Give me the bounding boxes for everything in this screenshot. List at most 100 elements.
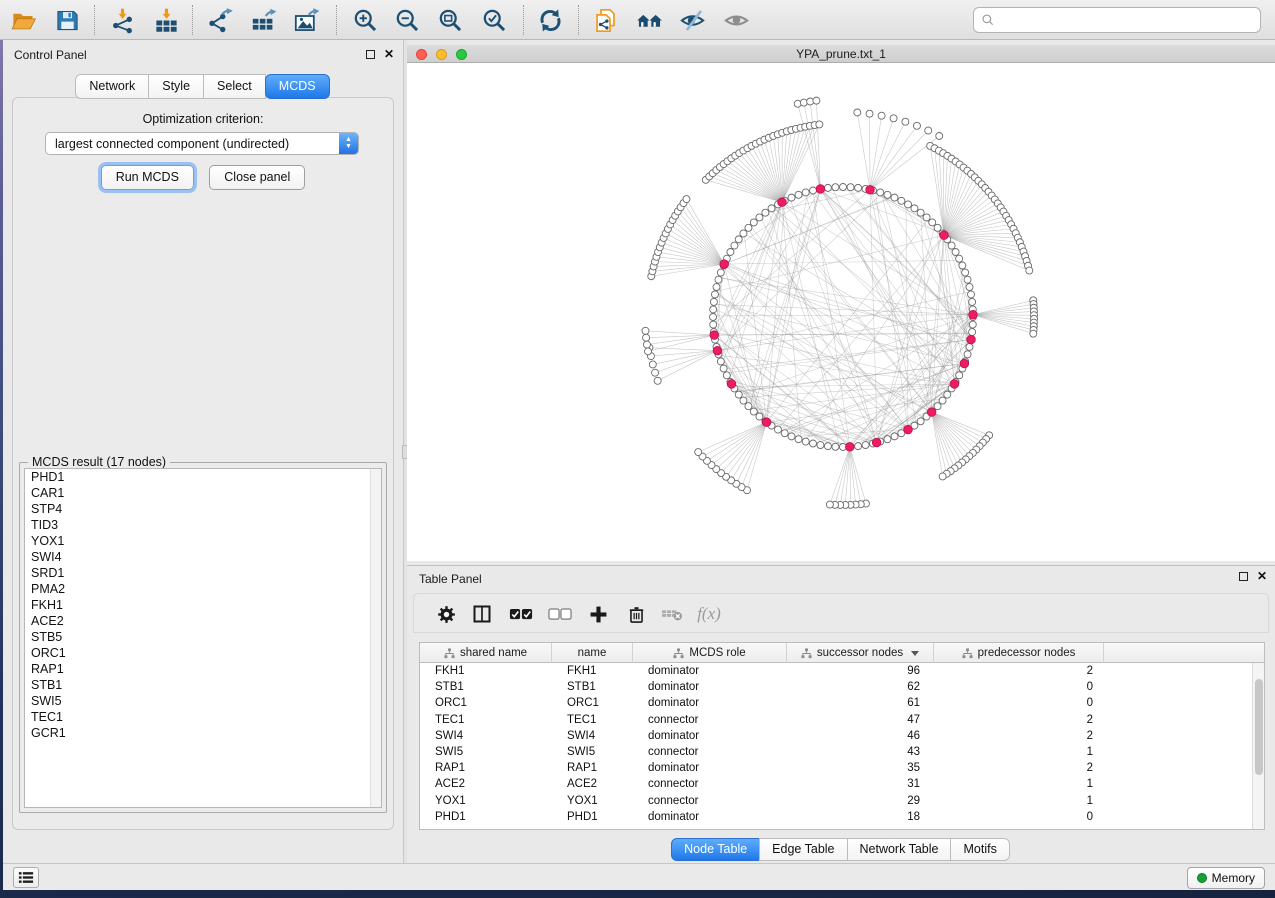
list-item[interactable]: FKH1 bbox=[25, 597, 381, 613]
plus-icon bbox=[589, 605, 608, 624]
table-scrollbar[interactable] bbox=[1252, 663, 1264, 829]
search-field[interactable] bbox=[973, 7, 1261, 33]
clone-network-icon bbox=[592, 7, 619, 34]
criterion-dropdown[interactable]: largest connected component (undirected)… bbox=[45, 132, 359, 155]
list-item[interactable]: CAR1 bbox=[25, 485, 381, 501]
tab-network[interactable]: Network bbox=[75, 74, 149, 99]
list-item[interactable]: STB5 bbox=[25, 629, 381, 645]
scrollbar[interactable] bbox=[370, 469, 381, 807]
table-row[interactable]: STB1STB1dominator620 bbox=[420, 679, 1252, 695]
show-hidden-button[interactable] bbox=[719, 4, 753, 36]
column-header-shared-name[interactable]: shared name bbox=[420, 643, 552, 663]
workspace: Control Panel ✕ NetworkStyleSelectMCDS O… bbox=[3, 40, 1275, 863]
table-row[interactable]: TEC1TEC1connector472 bbox=[420, 712, 1252, 728]
network-canvas[interactable] bbox=[407, 63, 1275, 561]
main-toolbar bbox=[0, 0, 1275, 40]
export-network-button[interactable] bbox=[203, 4, 237, 36]
list-item[interactable]: PMA2 bbox=[25, 581, 381, 597]
function-builder-button[interactable]: f(x) bbox=[695, 601, 723, 627]
list-item[interactable]: TEC1 bbox=[25, 709, 381, 725]
hide-selected-button[interactable] bbox=[675, 4, 709, 36]
select-all-rows-button[interactable] bbox=[507, 601, 535, 627]
zoom-fit-icon bbox=[437, 7, 464, 34]
export-table-button[interactable] bbox=[246, 4, 280, 36]
zoom-out-button[interactable] bbox=[390, 4, 424, 36]
list-item[interactable]: ORC1 bbox=[25, 645, 381, 661]
list-item[interactable]: STB1 bbox=[25, 677, 381, 693]
tab-style[interactable]: Style bbox=[148, 74, 204, 99]
columns-icon bbox=[472, 604, 492, 624]
zoom-out-icon bbox=[394, 7, 421, 34]
delete-table-button[interactable] bbox=[658, 601, 686, 627]
close-panel-icon[interactable]: ✕ bbox=[1257, 571, 1267, 581]
list-item[interactable]: YOX1 bbox=[25, 533, 381, 549]
task-history-button[interactable] bbox=[13, 867, 39, 888]
scrollbar-thumb[interactable] bbox=[1255, 679, 1263, 775]
import-network-button[interactable] bbox=[105, 4, 139, 36]
float-panel-icon[interactable] bbox=[1239, 572, 1248, 581]
list-item[interactable]: STP4 bbox=[25, 501, 381, 517]
checked-boxes-icon bbox=[509, 608, 533, 621]
table-row[interactable]: SWI4SWI4dominator462 bbox=[420, 728, 1252, 744]
zoom-selected-button[interactable] bbox=[477, 4, 511, 36]
table-settings-button[interactable] bbox=[432, 601, 460, 627]
eye-slash-icon bbox=[679, 7, 706, 34]
tab-edge-table[interactable]: Edge Table bbox=[759, 838, 847, 861]
refresh-icon bbox=[537, 7, 564, 34]
show-columns-button[interactable] bbox=[468, 601, 496, 627]
tab-node-table[interactable]: Node Table bbox=[671, 838, 760, 861]
gear-icon bbox=[437, 605, 456, 624]
unchecked-boxes-icon bbox=[548, 608, 572, 621]
tab-mcds[interactable]: MCDS bbox=[265, 74, 330, 99]
clone-network-button[interactable] bbox=[588, 4, 622, 36]
column-header-successor-nodes[interactable]: successor nodes bbox=[787, 643, 934, 663]
tab-select[interactable]: Select bbox=[203, 74, 266, 99]
export-image-button[interactable] bbox=[289, 4, 323, 36]
table-row[interactable]: RAP1RAP1dominator352 bbox=[420, 760, 1252, 776]
open-folder-icon bbox=[10, 7, 37, 34]
column-header-mcds-role[interactable]: MCDS role bbox=[633, 643, 787, 663]
float-panel-icon[interactable] bbox=[366, 50, 375, 59]
list-item[interactable]: SWI4 bbox=[25, 549, 381, 565]
list-item[interactable]: SWI5 bbox=[25, 693, 381, 709]
list-item[interactable]: ACE2 bbox=[25, 613, 381, 629]
memory-button[interactable]: Memory bbox=[1187, 867, 1265, 889]
table-row[interactable]: FKH1FKH1dominator962 bbox=[420, 663, 1252, 679]
import-table-icon bbox=[153, 7, 180, 34]
tab-motifs[interactable]: Motifs bbox=[950, 838, 1009, 861]
list-item[interactable]: RAP1 bbox=[25, 661, 381, 677]
column-header-filler bbox=[1104, 643, 1264, 663]
zoom-fit-button[interactable] bbox=[433, 4, 467, 36]
delete-column-button[interactable] bbox=[622, 601, 650, 627]
zoom-in-button[interactable] bbox=[348, 4, 382, 36]
table-row[interactable]: ORC1ORC1dominator610 bbox=[420, 695, 1252, 711]
list-item[interactable]: TID3 bbox=[25, 517, 381, 533]
show-all-button[interactable] bbox=[632, 4, 666, 36]
zoom-selected-icon bbox=[481, 7, 508, 34]
deselect-all-rows-button[interactable] bbox=[546, 601, 574, 627]
close-panel-icon[interactable]: ✕ bbox=[384, 49, 394, 59]
column-header-predecessor-nodes[interactable]: predecessor nodes bbox=[934, 643, 1104, 663]
mcds-panel: Optimization criterion: largest connecte… bbox=[12, 97, 394, 830]
list-item[interactable]: GCR1 bbox=[25, 725, 381, 741]
column-header-name[interactable]: name bbox=[552, 643, 633, 663]
list-item[interactable]: PHD1 bbox=[25, 469, 381, 485]
run-mcds-button[interactable]: Run MCDS bbox=[101, 165, 194, 190]
toolbar-separator bbox=[336, 5, 337, 35]
save-session-button[interactable] bbox=[50, 4, 84, 36]
close-panel-button[interactable]: Close panel bbox=[209, 165, 305, 190]
table-row[interactable]: SWI5SWI5connector431 bbox=[420, 744, 1252, 760]
apply-layout-button[interactable] bbox=[533, 4, 567, 36]
task-list-icon bbox=[18, 871, 34, 884]
table-row[interactable]: YOX1YOX1connector291 bbox=[420, 793, 1252, 809]
network-titlebar[interactable]: YPA_prune.txt_1 bbox=[407, 45, 1275, 63]
open-session-button[interactable] bbox=[6, 4, 40, 36]
table-row[interactable]: ACE2ACE2connector311 bbox=[420, 776, 1252, 792]
add-column-button[interactable] bbox=[584, 601, 612, 627]
list-item[interactable]: SRD1 bbox=[25, 565, 381, 581]
column-type-icon bbox=[444, 648, 455, 659]
tab-network-table[interactable]: Network Table bbox=[847, 838, 952, 861]
table-row[interactable]: PHD1PHD1dominator180 bbox=[420, 809, 1252, 825]
search-input[interactable] bbox=[1000, 10, 1260, 30]
import-table-button[interactable] bbox=[149, 4, 183, 36]
